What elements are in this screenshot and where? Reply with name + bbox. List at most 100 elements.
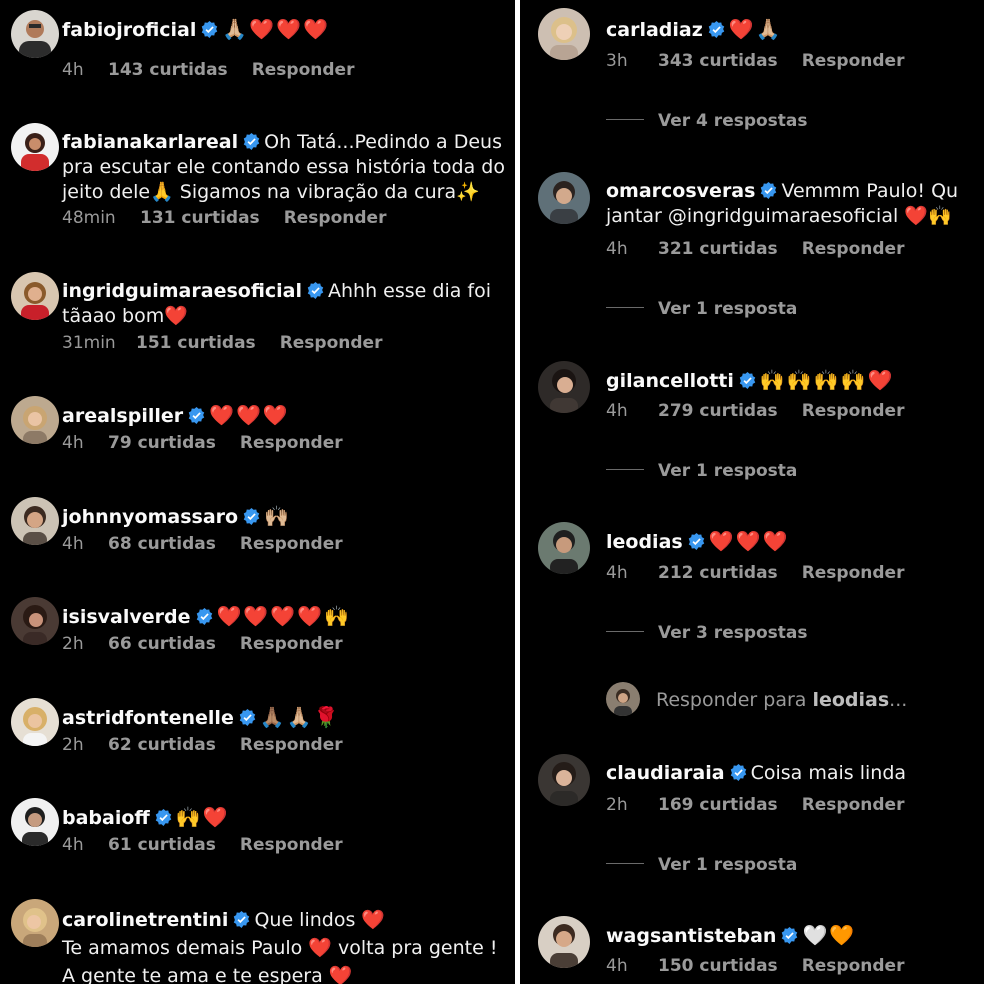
- comment-meta: 2h 62 curtidas Responder: [62, 735, 343, 755]
- verified-badge-icon: [243, 508, 260, 525]
- comment-time: 4h: [62, 433, 84, 453]
- username[interactable]: wagsantisteban: [606, 925, 776, 947]
- comment-time: 3h: [606, 51, 628, 71]
- avatar[interactable]: [538, 522, 590, 574]
- comment-body: ingridguimaraesoficial Ahhh esse dia foi …: [62, 279, 515, 329]
- comment-text-line: tãaao bom❤️: [62, 305, 188, 327]
- likes-count[interactable]: 143 curtidas: [108, 60, 228, 80]
- comment-text-line: jeito dele🙏 Sigamos na vibração da cura✨: [62, 181, 480, 203]
- likes-count[interactable]: 79 curtidas: [108, 433, 216, 453]
- reply-button[interactable]: Responder: [240, 735, 343, 755]
- avatar[interactable]: [11, 123, 59, 171]
- avatar[interactable]: [11, 497, 59, 545]
- reply-button[interactable]: Responder: [802, 956, 905, 976]
- username[interactable]: ingridguimaraesoficial: [62, 280, 302, 302]
- likes-count[interactable]: 150 curtidas: [658, 956, 778, 976]
- avatar[interactable]: [11, 10, 59, 58]
- likes-count[interactable]: 321 curtidas: [658, 239, 778, 259]
- likes-count[interactable]: 131 curtidas: [140, 208, 260, 228]
- comment-time: 31min: [62, 333, 116, 353]
- view-replies-label: Ver 1 resposta: [658, 461, 798, 481]
- reply-button[interactable]: Responder: [240, 634, 343, 654]
- replies-line: [606, 631, 644, 632]
- username[interactable]: claudiaraia: [606, 762, 725, 784]
- likes-count[interactable]: 169 curtidas: [658, 795, 778, 815]
- reply-button[interactable]: Responder: [802, 51, 905, 71]
- avatar[interactable]: [11, 396, 59, 444]
- reply-button[interactable]: Responder: [252, 60, 355, 80]
- reply-button[interactable]: Responder: [240, 433, 343, 453]
- comment-text: Oh Tatá...Pedindo a Deus: [264, 131, 502, 153]
- likes-count[interactable]: 68 curtidas: [108, 534, 216, 554]
- own-avatar: [606, 682, 640, 716]
- likes-count[interactable]: 343 curtidas: [658, 51, 778, 71]
- comment-text-line: pra escutar ele contando essa história t…: [62, 156, 505, 178]
- reply-button[interactable]: Responder: [284, 208, 387, 228]
- username[interactable]: gilancellotti: [606, 370, 734, 392]
- likes-count[interactable]: 61 curtidas: [108, 835, 216, 855]
- comment-meta: 4h 79 curtidas Responder: [62, 433, 343, 453]
- avatar[interactable]: [11, 798, 59, 846]
- view-replies-label: Ver 3 respostas: [658, 623, 808, 643]
- comment-emoji: ❤️🙏🏼: [728, 17, 783, 41]
- comment-meta: 2h 66 curtidas Responder: [62, 634, 343, 654]
- comment-time: 4h: [606, 563, 628, 583]
- comment-meta: 4h 212 curtidas Responder: [606, 563, 904, 583]
- avatar[interactable]: [538, 361, 590, 413]
- likes-count[interactable]: 279 curtidas: [658, 401, 778, 421]
- avatar[interactable]: [538, 916, 590, 968]
- replies-line: [606, 119, 644, 120]
- comment-time: 4h: [62, 60, 84, 80]
- comment-text-line: jantar @ingridguimaraesoficial ❤️🙌: [606, 205, 952, 227]
- view-replies-button[interactable]: Ver 4 respostas: [606, 111, 808, 131]
- reply-button[interactable]: Responder: [802, 401, 905, 421]
- username[interactable]: arealspiller: [62, 405, 183, 427]
- comment-emoji: 🤍🧡: [802, 923, 857, 947]
- comment-emoji: 🙌🏼: [264, 504, 291, 528]
- avatar[interactable]: [11, 597, 59, 645]
- username[interactable]: babaioff: [62, 807, 150, 829]
- username[interactable]: johnnyomassaro: [62, 506, 238, 528]
- comment-time: 48min: [62, 208, 116, 228]
- comment-body: astridfontenelle 🙏🏽🙏🏼🌹: [62, 705, 515, 731]
- reply-button[interactable]: Responder: [802, 239, 905, 259]
- likes-count[interactable]: 62 curtidas: [108, 735, 216, 755]
- comment-body: carladiaz ❤️🙏🏼: [606, 17, 984, 43]
- reply-button[interactable]: Responder: [240, 835, 343, 855]
- username[interactable]: astridfontenelle: [62, 707, 234, 729]
- view-replies-label: Ver 1 resposta: [658, 855, 798, 875]
- likes-count[interactable]: 151 curtidas: [136, 333, 256, 353]
- view-replies-button[interactable]: Ver 1 resposta: [606, 461, 797, 481]
- avatar[interactable]: [11, 698, 59, 746]
- avatar[interactable]: [538, 8, 590, 60]
- likes-count[interactable]: 66 curtidas: [108, 634, 216, 654]
- comment-body: fabianakarlareal Oh Tatá...Pedindo a Deus…: [62, 130, 515, 205]
- avatar[interactable]: [538, 172, 590, 224]
- avatar[interactable]: [538, 754, 590, 806]
- verified-badge-icon: [739, 372, 756, 389]
- avatar[interactable]: [11, 272, 59, 320]
- view-replies-button[interactable]: Ver 1 resposta: [606, 299, 797, 319]
- username[interactable]: isisvalverde: [62, 606, 191, 628]
- reply-button[interactable]: Responder: [280, 333, 383, 353]
- comment-meta: 4h 61 curtidas Responder: [62, 835, 343, 855]
- reply-button[interactable]: Responder: [240, 534, 343, 554]
- verified-badge-icon: [239, 709, 256, 726]
- username[interactable]: carladiaz: [606, 19, 703, 41]
- username[interactable]: fabianakarlareal: [62, 131, 238, 153]
- username[interactable]: carolinetrentini: [62, 909, 228, 931]
- view-replies-button[interactable]: Ver 3 respostas: [606, 623, 808, 643]
- username[interactable]: leodias: [606, 531, 683, 553]
- replies-line: [606, 469, 644, 470]
- avatar[interactable]: [11, 899, 59, 947]
- view-replies-button[interactable]: Ver 1 resposta: [606, 855, 797, 875]
- reply-input[interactable]: Responder para leodias...: [606, 682, 907, 716]
- verified-badge-icon: [730, 764, 746, 781]
- reply-button[interactable]: Responder: [802, 563, 905, 583]
- comment-time: 2h: [606, 795, 628, 815]
- likes-count[interactable]: 212 curtidas: [658, 563, 778, 583]
- username[interactable]: omarcosveras: [606, 180, 755, 202]
- username[interactable]: fabiojroficial: [62, 19, 196, 41]
- verified-badge-icon: [196, 608, 212, 625]
- reply-button[interactable]: Responder: [802, 795, 905, 815]
